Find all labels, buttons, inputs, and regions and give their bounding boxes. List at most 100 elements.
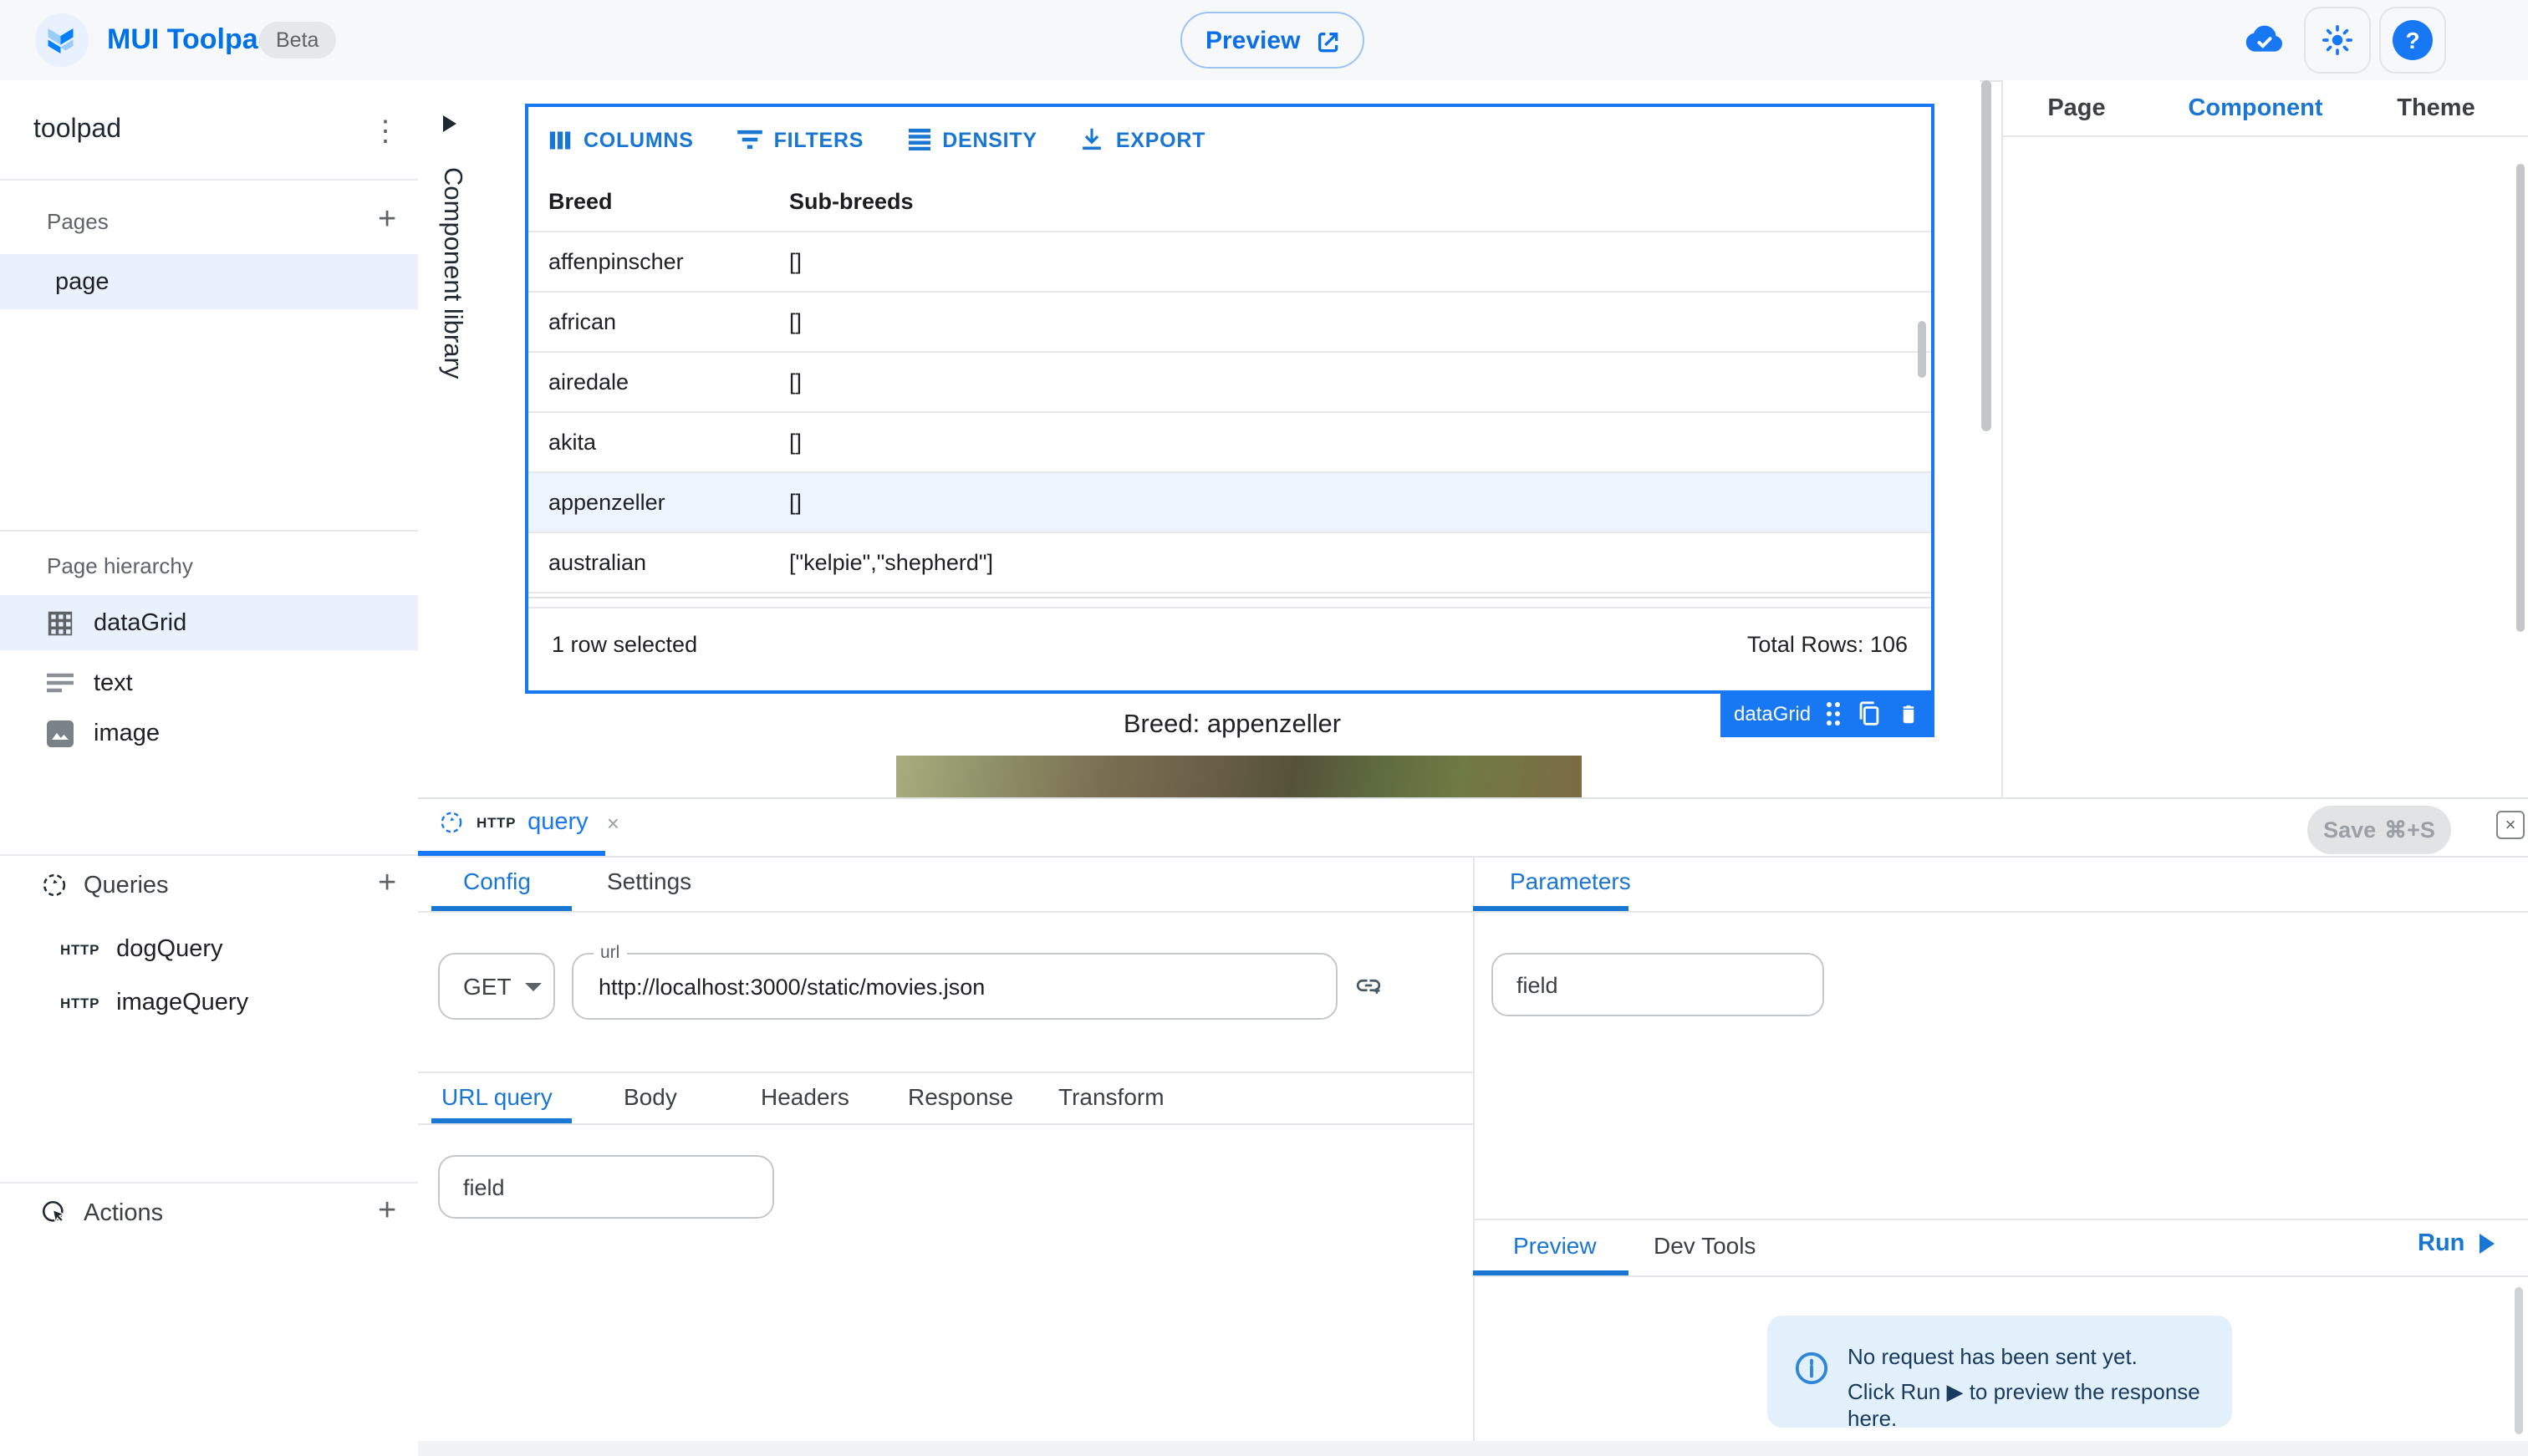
tab-config[interactable]: Config	[463, 868, 531, 894]
text-component[interactable]: Breed: appenzeller	[485, 710, 1980, 741]
tab-settings[interactable]: Settings	[607, 868, 691, 894]
divider	[0, 179, 418, 181]
datagrid-toolbar: COLUMNS FILTERS DENSITY EXPORT	[528, 107, 1931, 172]
tab-preview[interactable]: Preview	[1513, 1232, 1597, 1259]
datagrid-header-row: Breed Sub-breeds	[528, 172, 1931, 232]
columns-icon	[548, 128, 572, 151]
filters-button[interactable]: FILTERS	[737, 128, 864, 151]
mui-logo[interactable]	[35, 13, 89, 67]
query-tab[interactable]: HTTP query ×	[438, 809, 619, 836]
density-button-label: DENSITY	[942, 128, 1037, 151]
divider	[418, 1072, 1473, 1073]
sun-icon	[2319, 22, 2356, 59]
add-page-button[interactable]: +	[378, 204, 396, 236]
page-item-label: page	[55, 268, 110, 295]
cell-subbreeds: []	[789, 309, 1931, 334]
run-button[interactable]: Run	[2418, 1230, 2495, 1257]
query-item-label: dogQuery	[116, 935, 222, 962]
project-menu-button[interactable]: ⋮	[371, 117, 400, 145]
export-button[interactable]: EXPORT	[1081, 127, 1205, 152]
tab-page[interactable]: Page	[2003, 94, 2150, 121]
tab-response[interactable]: Response	[908, 1083, 1013, 1110]
queries-label: Queries	[84, 872, 169, 899]
hierarchy-item-label: dataGrid	[94, 609, 186, 636]
sidebar-item-imagequery[interactable]: HTTP imageQuery	[0, 975, 478, 1030]
total-rows-status: Total Rows: 106	[1747, 632, 1908, 657]
inspector-tabs: Page Component Theme	[2003, 80, 2528, 137]
close-query-tab-icon[interactable]: ×	[607, 810, 619, 835]
expand-component-library-icon[interactable]	[443, 115, 456, 132]
column-header-breed[interactable]: Breed	[528, 189, 789, 214]
tab-parameters[interactable]: Parameters	[1510, 868, 1631, 894]
preview-button[interactable]: Preview	[1180, 12, 1363, 69]
column-header-subbreeds[interactable]: Sub-breeds	[789, 189, 1931, 214]
add-query-button[interactable]: +	[378, 868, 396, 899]
text-icon	[47, 672, 74, 694]
sidebar-item-page[interactable]: page	[0, 254, 473, 309]
sync-status-cloud-icon	[2240, 20, 2286, 57]
tab-theme[interactable]: Theme	[2361, 94, 2511, 121]
query-tab-http-chip: HTTP	[477, 814, 516, 831]
inspector-scrollbar[interactable]	[2516, 164, 2525, 632]
help-button[interactable]: ?	[2379, 7, 2446, 74]
image-component[interactable]	[896, 756, 1582, 797]
url-input[interactable]: url http://localhost:3000/static/movies.…	[572, 953, 1338, 1020]
component-library-strip: Component library	[418, 80, 487, 797]
run-play-icon	[2480, 1234, 2495, 1254]
image-icon	[47, 720, 74, 746]
save-button-label: Save	[2323, 817, 2376, 843]
queries-section-header: Queries	[40, 871, 169, 899]
datagrid-footer: 1 row selected Total Rows: 106	[528, 597, 1931, 690]
table-row[interactable]: airedale []	[528, 353, 1931, 413]
bind-url-icon[interactable]	[1354, 971, 1383, 1000]
save-button[interactable]: Save ⌘+S	[2307, 806, 2451, 854]
tab-url-query[interactable]: URL query	[441, 1083, 553, 1110]
query-icon	[438, 809, 465, 836]
pages-section-label: Pages	[47, 209, 109, 234]
url-value: http://localhost:3000/static/movies.json	[573, 955, 1336, 1018]
table-row[interactable]: australian ["kelpie","shepherd"]	[528, 533, 1931, 593]
actions-section-header: Actions	[40, 1199, 163, 1227]
http-method-chip: HTTP	[60, 994, 99, 1011]
table-row[interactable]: akita []	[528, 413, 1931, 473]
preview-pane-scrollbar[interactable]	[2515, 1287, 2523, 1434]
http-method-select[interactable]: GET	[438, 953, 555, 1020]
tab-headers[interactable]: Headers	[761, 1083, 849, 1110]
tab-component[interactable]: Component	[2150, 94, 2361, 121]
mui-logo-icon	[47, 26, 77, 54]
download-icon	[1081, 127, 1104, 152]
datagrid-scrollbar[interactable]	[1918, 321, 1926, 378]
theme-toggle-button[interactable]	[2304, 7, 2371, 74]
parameter-field-input[interactable]: field	[1491, 953, 1824, 1016]
add-action-button[interactable]: +	[378, 1195, 396, 1227]
cell-breed: akita	[528, 430, 789, 455]
export-button-label: EXPORT	[1116, 128, 1205, 151]
url-query-field-input[interactable]: field	[438, 1155, 774, 1219]
cell-breed: appenzeller	[528, 490, 789, 515]
table-row-selected[interactable]: appenzeller []	[528, 473, 1931, 533]
cell-breed: australian	[528, 550, 789, 575]
project-name: toolpad	[33, 115, 121, 145]
canvas-scrollbar[interactable]	[1981, 80, 1991, 431]
datagrid-component-selected[interactable]: COLUMNS FILTERS DENSITY EXPORT Breed Sub…	[525, 104, 1934, 694]
table-row[interactable]: affenpinscher []	[528, 232, 1931, 293]
columns-button[interactable]: COLUMNS	[548, 128, 694, 151]
tab-body[interactable]: Body	[624, 1083, 677, 1110]
tab-transform[interactable]: Transform	[1058, 1083, 1165, 1110]
sidebar-item-image[interactable]: image	[0, 705, 465, 761]
cell-breed: airedale	[528, 369, 789, 395]
tab-dev-tools[interactable]: Dev Tools	[1654, 1232, 1756, 1259]
app-title: MUI Toolpad	[107, 23, 275, 57]
density-button[interactable]: DENSITY	[907, 128, 1037, 151]
table-row[interactable]: african []	[528, 293, 1931, 353]
cell-subbreeds: []	[789, 249, 1931, 274]
sidebar-item-text[interactable]: text	[0, 655, 465, 710]
close-panel-button[interactable]: ×	[2496, 811, 2525, 839]
sidebar-item-dogquery[interactable]: HTTP dogQuery	[0, 921, 478, 976]
page-canvas: COLUMNS FILTERS DENSITY EXPORT Breed Sub…	[485, 80, 1980, 797]
query-item-label: imageQuery	[116, 989, 248, 1016]
divider	[1473, 1275, 2528, 1276]
preview-button-label: Preview	[1205, 26, 1300, 54]
sidebar-item-datagrid[interactable]: dataGrid	[0, 595, 465, 650]
divider	[0, 854, 418, 856]
